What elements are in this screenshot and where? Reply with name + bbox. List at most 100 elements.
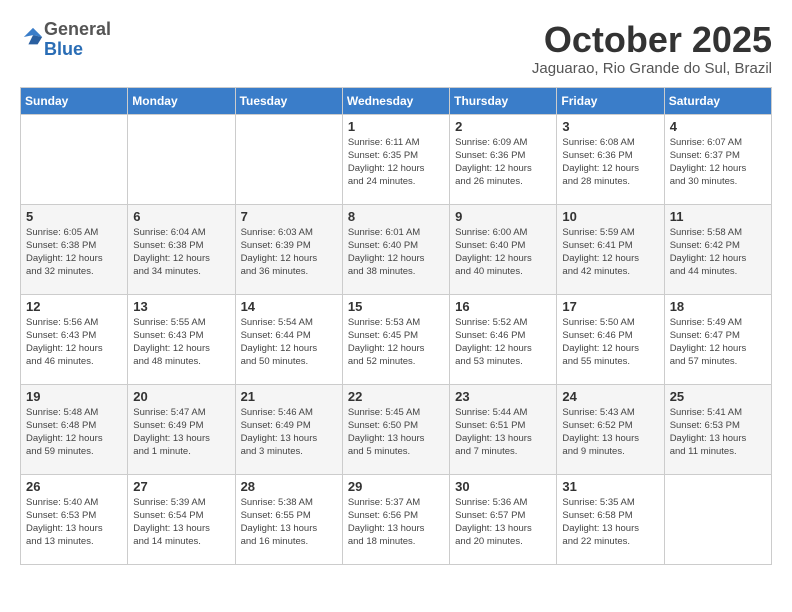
- day-number: 14: [241, 299, 337, 314]
- weekday-header-tuesday: Tuesday: [235, 87, 342, 114]
- calendar-cell: 15Sunrise: 5:53 AMSunset: 6:45 PMDayligh…: [342, 294, 449, 384]
- calendar-cell: 25 Sunrise: 5:41 AMSunset: 6:53 PMDayligh…: [664, 384, 771, 474]
- day-number: 13: [133, 299, 229, 314]
- weekday-header-sunday: Sunday: [21, 87, 128, 114]
- calendar-cell: 4Sunrise: 6:07 AMSunset: 6:37 PMDaylight…: [664, 114, 771, 204]
- calendar-cell: 31 Sunrise: 5:35 AMSunset: 6:58 PMDayligh…: [557, 474, 664, 564]
- calendar-cell: 27 Sunrise: 5:39 AMSunset: 6:54 PMDayligh…: [128, 474, 235, 564]
- calendar-cell: 1Sunrise: 6:11 AMSunset: 6:35 PMDaylight…: [342, 114, 449, 204]
- calendar-cell: 16 Sunrise: 5:52 AMSunset: 6:46 PMDayligh…: [450, 294, 557, 384]
- day-info: Sunrise: 5:48 AMSunset: 6:48 PMDaylight:…: [26, 406, 122, 459]
- day-info: Sunrise: 5:44 AMSunset: 6:51 PMDaylight:…: [455, 406, 551, 459]
- day-info: Sunrise: 5:47 AMSunset: 6:49 PMDaylight:…: [133, 406, 229, 459]
- day-number: 25: [670, 389, 766, 404]
- day-number: 5: [26, 209, 122, 224]
- calendar-cell: 20 Sunrise: 5:47 AMSunset: 6:49 PMDayligh…: [128, 384, 235, 474]
- day-number: 27: [133, 479, 229, 494]
- day-info: Sunrise: 6:05 AMSunset: 6:38 PMDaylight:…: [26, 226, 122, 279]
- day-info: Sunrise: 6:03 AMSunset: 6:39 PMDaylight:…: [241, 226, 337, 279]
- logo-icon: [22, 26, 44, 48]
- day-info: Sunrise: 5:54 AMSunset: 6:44 PMDaylight:…: [241, 316, 337, 369]
- day-info: Sunrise: 5:35 AMSunset: 6:58 PMDaylight:…: [562, 496, 658, 549]
- day-number: 19: [26, 389, 122, 404]
- weekday-header-wednesday: Wednesday: [342, 87, 449, 114]
- day-number: 30: [455, 479, 551, 494]
- day-number: 20: [133, 389, 229, 404]
- day-info: Sunrise: 5:46 AMSunset: 6:49 PMDaylight:…: [241, 406, 337, 459]
- weekday-header-monday: Monday: [128, 87, 235, 114]
- day-number: 24: [562, 389, 658, 404]
- calendar-cell: 11 Sunrise: 5:58 AMSunset: 6:42 PMDayligh…: [664, 204, 771, 294]
- calendar-cell: [21, 114, 128, 204]
- day-info: Sunrise: 6:04 AMSunset: 6:38 PMDaylight:…: [133, 226, 229, 279]
- day-info: Sunrise: 5:52 AMSunset: 6:46 PMDaylight:…: [455, 316, 551, 369]
- calendar-header: SundayMondayTuesdayWednesdayThursdayFrid…: [21, 87, 772, 114]
- day-number: 22: [348, 389, 444, 404]
- day-number: 17: [562, 299, 658, 314]
- calendar-cell: [664, 474, 771, 564]
- title-area: October 2025 Jaguarao, Rio Grande do Sul…: [532, 20, 772, 77]
- day-number: 31: [562, 479, 658, 494]
- calendar-cell: 6 Sunrise: 6:04 AMSunset: 6:38 PMDaylight…: [128, 204, 235, 294]
- calendar-cell: 23 Sunrise: 5:44 AMSunset: 6:51 PMDayligh…: [450, 384, 557, 474]
- day-info: Sunrise: 5:50 AMSunset: 6:46 PMDaylight:…: [562, 316, 658, 369]
- day-number: 1: [348, 119, 444, 134]
- calendar-cell: [128, 114, 235, 204]
- day-number: 3: [562, 119, 658, 134]
- day-number: 15: [348, 299, 444, 314]
- day-info: Sunrise: 6:01 AMSunset: 6:40 PMDaylight:…: [348, 226, 444, 279]
- month-title: October 2025: [532, 20, 772, 60]
- day-number: 23: [455, 389, 551, 404]
- day-number: 21: [241, 389, 337, 404]
- logo-blue: Blue: [44, 39, 83, 59]
- day-number: 9: [455, 209, 551, 224]
- calendar-cell: 18 Sunrise: 5:49 AMSunset: 6:47 PMDayligh…: [664, 294, 771, 384]
- calendar-cell: 26Sunrise: 5:40 AMSunset: 6:53 PMDayligh…: [21, 474, 128, 564]
- day-info: Sunrise: 5:41 AMSunset: 6:53 PMDaylight:…: [670, 406, 766, 459]
- day-number: 12: [26, 299, 122, 314]
- day-number: 6: [133, 209, 229, 224]
- calendar-table: SundayMondayTuesdayWednesdayThursdayFrid…: [20, 87, 772, 565]
- day-number: 10: [562, 209, 658, 224]
- calendar-cell: 14 Sunrise: 5:54 AMSunset: 6:44 PMDayligh…: [235, 294, 342, 384]
- day-info: Sunrise: 5:45 AMSunset: 6:50 PMDaylight:…: [348, 406, 444, 459]
- logo-text: General Blue: [44, 20, 111, 60]
- calendar-cell: 19 Sunrise: 5:48 AMSunset: 6:48 PMDayligh…: [21, 384, 128, 474]
- day-number: 18: [670, 299, 766, 314]
- calendar-cell: 29Sunrise: 5:37 AMSunset: 6:56 PMDayligh…: [342, 474, 449, 564]
- day-number: 28: [241, 479, 337, 494]
- day-number: 7: [241, 209, 337, 224]
- calendar-cell: [235, 114, 342, 204]
- calendar-cell: 3 Sunrise: 6:08 AMSunset: 6:36 PMDaylight…: [557, 114, 664, 204]
- day-info: Sunrise: 5:37 AMSunset: 6:56 PMDaylight:…: [348, 496, 444, 549]
- calendar-cell: 13 Sunrise: 5:55 AMSunset: 6:43 PMDayligh…: [128, 294, 235, 384]
- day-info: Sunrise: 5:43 AMSunset: 6:52 PMDaylight:…: [562, 406, 658, 459]
- day-info: Sunrise: 5:49 AMSunset: 6:47 PMDaylight:…: [670, 316, 766, 369]
- day-info: Sunrise: 5:40 AMSunset: 6:53 PMDaylight:…: [26, 496, 122, 549]
- day-number: 2: [455, 119, 551, 134]
- header: General Blue October 2025 Jaguarao, Rio …: [20, 20, 772, 77]
- day-info: Sunrise: 5:55 AMSunset: 6:43 PMDaylight:…: [133, 316, 229, 369]
- day-number: 16: [455, 299, 551, 314]
- weekday-header-thursday: Thursday: [450, 87, 557, 114]
- weekday-header-friday: Friday: [557, 87, 664, 114]
- day-info: Sunrise: 5:59 AMSunset: 6:41 PMDaylight:…: [562, 226, 658, 279]
- logo-general: General: [44, 19, 111, 39]
- calendar-cell: 8Sunrise: 6:01 AMSunset: 6:40 PMDaylight…: [342, 204, 449, 294]
- calendar-cell: 9Sunrise: 6:00 AMSunset: 6:40 PMDaylight…: [450, 204, 557, 294]
- day-info: Sunrise: 6:08 AMSunset: 6:36 PMDaylight:…: [562, 136, 658, 189]
- calendar-cell: 12 Sunrise: 5:56 AMSunset: 6:43 PMDayligh…: [21, 294, 128, 384]
- logo: General Blue: [20, 20, 111, 60]
- day-info: Sunrise: 5:58 AMSunset: 6:42 PMDaylight:…: [670, 226, 766, 279]
- location: Jaguarao, Rio Grande do Sul, Brazil: [532, 60, 772, 77]
- calendar-cell: 5 Sunrise: 6:05 AMSunset: 6:38 PMDaylight…: [21, 204, 128, 294]
- day-info: Sunrise: 5:38 AMSunset: 6:55 PMDaylight:…: [241, 496, 337, 549]
- day-number: 11: [670, 209, 766, 224]
- calendar-cell: 28 Sunrise: 5:38 AMSunset: 6:55 PMDayligh…: [235, 474, 342, 564]
- calendar-cell: 30Sunrise: 5:36 AMSunset: 6:57 PMDayligh…: [450, 474, 557, 564]
- day-info: Sunrise: 5:56 AMSunset: 6:43 PMDaylight:…: [26, 316, 122, 369]
- calendar-cell: 17 Sunrise: 5:50 AMSunset: 6:46 PMDayligh…: [557, 294, 664, 384]
- day-info: Sunrise: 5:39 AMSunset: 6:54 PMDaylight:…: [133, 496, 229, 549]
- calendar-cell: 7 Sunrise: 6:03 AMSunset: 6:39 PMDaylight…: [235, 204, 342, 294]
- day-info: Sunrise: 6:07 AMSunset: 6:37 PMDaylight:…: [670, 136, 766, 189]
